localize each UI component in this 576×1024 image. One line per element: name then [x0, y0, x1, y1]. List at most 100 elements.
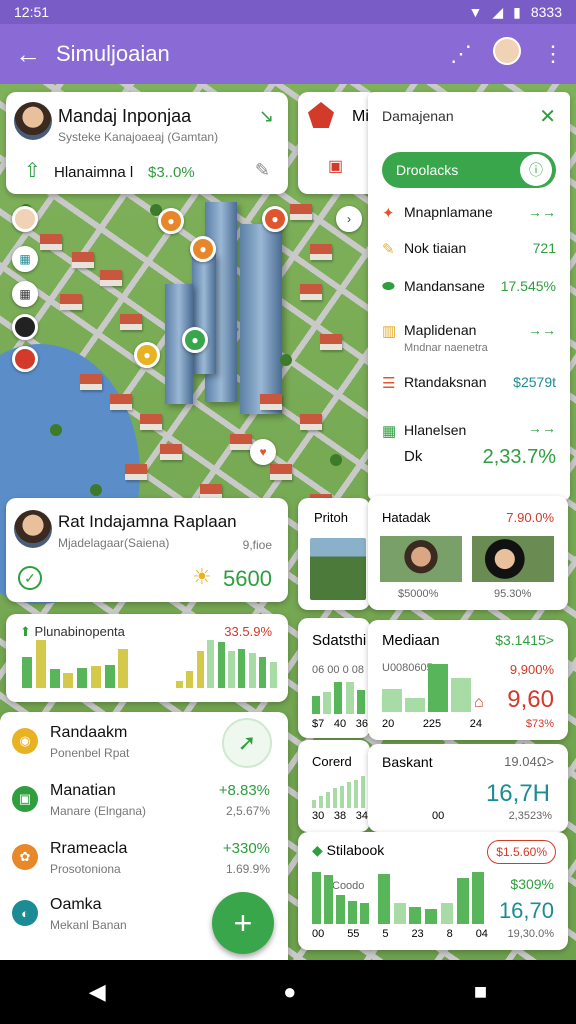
tree	[50, 424, 62, 436]
house	[300, 284, 322, 300]
panel-item[interactable]: ▥ Maplidenan Mndnar naenetra →→	[382, 320, 556, 360]
stat-card[interactable]: Sdatsthi 06 00 0 08 $7 40 36	[298, 618, 370, 738]
arrow-up-icon: ⇧	[24, 160, 41, 182]
more-button[interactable]: ⋮	[530, 41, 576, 67]
house	[310, 244, 332, 260]
photo-card[interactable]: Pritoh	[298, 498, 370, 610]
panel-item[interactable]: ▦ Hlanelsen Dk 2,33.7% →→	[382, 420, 556, 468]
compass-button[interactable]: ➚	[222, 718, 272, 768]
item-label: Hlanelsen	[404, 422, 467, 438]
chevron-right-icon: →→	[528, 322, 556, 338]
chart-title-text: Plunabinopenta	[34, 624, 125, 639]
stat-pct: $73%	[525, 718, 554, 730]
map-pin[interactable]: ●	[134, 342, 160, 368]
item-label: Nok tiaian	[404, 240, 467, 256]
bar	[348, 901, 357, 924]
row-value: $3..0%	[148, 164, 195, 181]
tick-label: 00	[432, 810, 445, 822]
chart-value: 33.5.9%	[224, 624, 272, 639]
map-pin[interactable]: ●	[262, 206, 288, 232]
share-button[interactable]: ⋰	[438, 41, 484, 67]
bar	[360, 903, 369, 924]
stat-sub-value: 19,30.0%	[507, 928, 554, 940]
side-panel: Damajenan ✕ Droolacks ⓘ ✦ Mnapnlamane →→ ✎ N…	[368, 92, 570, 500]
house-icon: ⌂	[474, 694, 484, 711]
mini-card[interactable]: Mi ▣	[298, 92, 378, 194]
item-value: +8.83%	[218, 782, 270, 799]
person-value: 5600	[223, 566, 272, 591]
item-value: +330%	[222, 840, 270, 857]
house	[230, 434, 252, 450]
profile-card[interactable]: Mandaj Inponjaa Systeke Kanajoaeaj (Gamt…	[6, 92, 288, 194]
map-pin[interactable]: ●	[158, 208, 184, 234]
back-button[interactable]: ←	[0, 39, 56, 70]
bar	[196, 651, 204, 688]
map-pin[interactable]: ♥	[250, 439, 276, 465]
check-icon[interactable]: ✓	[18, 566, 42, 590]
tick-row: 00 55 5 23 8 04	[312, 928, 488, 940]
map-pin[interactable]: ●	[182, 327, 208, 353]
filter-pill[interactable]: Droolacks ⓘ	[382, 152, 556, 188]
house	[80, 374, 102, 390]
nav-recent-button[interactable]: ■	[474, 979, 487, 1005]
avatar[interactable]	[12, 346, 38, 372]
panel-item[interactable]: ✎ Nok tiaian 721	[382, 238, 556, 278]
profile-avatar-button[interactable]	[484, 37, 530, 71]
stat-card[interactable]: Corerd 30 38 34	[298, 740, 370, 832]
tick-label: 38	[333, 810, 347, 822]
panel-item[interactable]: ✦ Mnapnlamane →→	[382, 202, 556, 242]
avatar[interactable]	[12, 314, 38, 340]
photo-card[interactable]: Hatadak 7.90.0% $5000% 95.30%	[368, 496, 568, 610]
item-sub: Dk	[404, 448, 423, 465]
bar	[428, 664, 448, 712]
item-label: Manatian	[50, 782, 116, 799]
item-icon: ▣	[12, 786, 38, 812]
list-item[interactable]: ▣ Manatian Manare (Elngana) +8.83% 2,5.67%	[12, 780, 274, 830]
person-card[interactable]: Rat Indajamna Raplaan Mjadelagaar(Saiena…	[6, 498, 288, 602]
calendar-icon: ▣	[328, 158, 344, 175]
bar	[347, 782, 351, 808]
bar	[323, 692, 332, 714]
bar	[382, 689, 402, 712]
avatar[interactable]	[12, 206, 38, 232]
avatar	[493, 37, 521, 65]
leaf-icon: ◆	[312, 842, 323, 858]
stat-card[interactable]: Mediaan $3.1415> U0080605 9,900% ⌂ 9,60 …	[368, 620, 568, 740]
panel-item[interactable]: ⬬ Mandansane 17.545%	[382, 276, 556, 316]
nav-home-button[interactable]: ●	[283, 979, 296, 1005]
calendar-icon[interactable]: ▦	[12, 246, 38, 272]
item-icon: ◐	[12, 900, 38, 926]
close-button[interactable]: ✕	[539, 104, 556, 129]
map-pin[interactable]: ●	[190, 236, 216, 262]
bar	[354, 780, 358, 808]
grid-icon[interactable]: ▦	[12, 281, 38, 307]
list-item[interactable]: ✿ Rrameacla Prosotoniona +330% 1.69.9%	[12, 838, 274, 888]
stat-card[interactable]: ◆ Stilabook $1.5.60% Coodo $309% 16,70 1…	[298, 832, 568, 950]
chevron-right-icon: →→	[528, 420, 556, 436]
stat-title: ◆ Stilabook	[312, 842, 384, 859]
status-bar: 12:51 ▼ ◢ ▮ 8333	[0, 0, 576, 24]
trend-icon[interactable]: ↘	[259, 106, 274, 127]
item-sub: Ponenbel Rpat	[50, 746, 130, 760]
bar	[319, 796, 323, 808]
nav-back-button[interactable]: ◀	[89, 979, 106, 1005]
house	[60, 294, 82, 310]
stat-sub-value: 9,900%	[509, 662, 554, 677]
add-button[interactable]: +	[212, 892, 274, 954]
chart-card[interactable]: ⬆ Plunabinopenta 33.5.9%	[6, 614, 288, 702]
stat-card[interactable]: Baskant 19.04Ω> 16,7H 2,3523% 00	[368, 744, 568, 832]
bar	[35, 640, 46, 688]
item-icon: ✎	[382, 241, 395, 258]
tick-label: 20	[382, 718, 395, 730]
tick-label: 30	[312, 810, 325, 822]
tick-label: 24	[469, 718, 482, 730]
portrait-photo	[380, 536, 462, 582]
bar-group	[378, 872, 488, 924]
bar	[324, 875, 333, 924]
panel-item[interactable]: ☰ Rtandaksnan $2579t	[382, 372, 556, 412]
share-icon: ⋰	[450, 41, 472, 66]
tree	[90, 484, 102, 496]
map-pin[interactable]: ›	[336, 206, 362, 232]
edit-icon[interactable]: ✎	[255, 160, 270, 181]
status-badge: $1.5.60%	[487, 840, 556, 864]
